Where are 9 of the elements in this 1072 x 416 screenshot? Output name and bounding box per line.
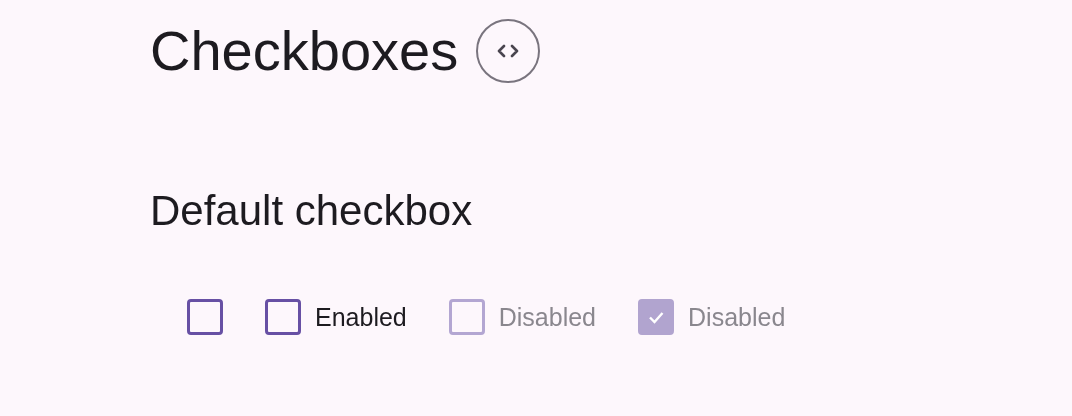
code-button[interactable] [476,18,541,83]
checkbox-label: Disabled [688,302,786,332]
checkbox-label: Enabled [315,302,407,332]
checkbox[interactable] [187,299,223,335]
checkbox-label: Disabled [498,302,597,332]
page-title: Checkboxes [150,18,459,83]
code-icon [496,42,521,59]
checkbox[interactable] [265,299,301,335]
section-heading: Default checkbox [150,187,474,235]
